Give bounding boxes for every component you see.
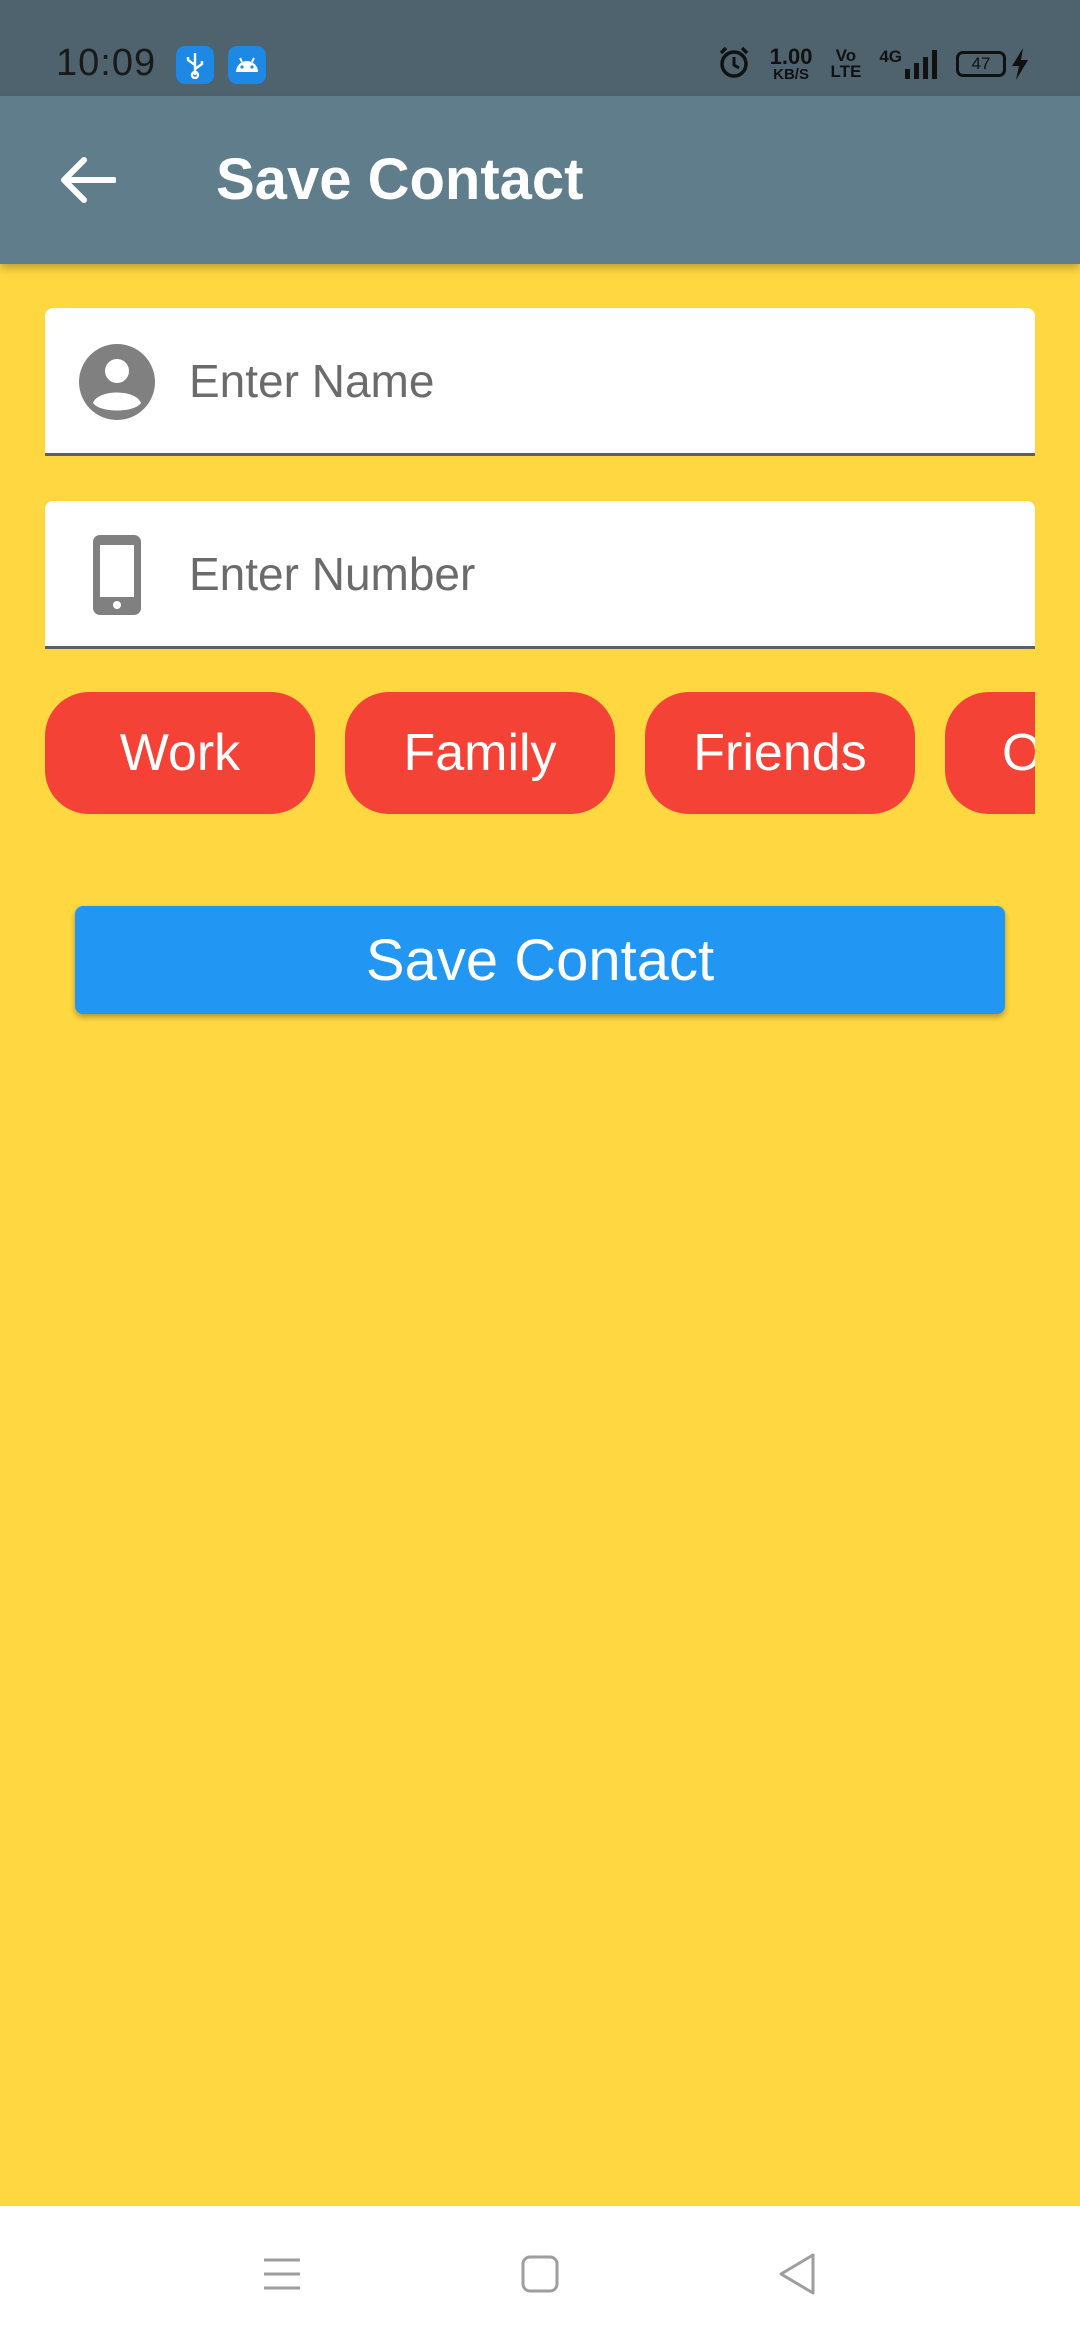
chip-others[interactable]: Others bbox=[945, 692, 1035, 814]
net-speed-unit: KB/S bbox=[773, 65, 809, 83]
name-field[interactable] bbox=[45, 308, 1035, 456]
chip-family[interactable]: Family bbox=[345, 692, 615, 814]
network-type: 4G bbox=[879, 47, 902, 66]
navigation-bar bbox=[0, 2206, 1080, 2340]
account-circle-icon bbox=[77, 342, 157, 422]
menu-icon[interactable] bbox=[250, 2242, 314, 2306]
alarm-icon bbox=[716, 44, 752, 85]
page-title: Save Contact bbox=[216, 147, 584, 212]
usb-icon bbox=[176, 46, 214, 84]
net-speed-value: 1.00 bbox=[769, 43, 813, 69]
signal-icon: 4G bbox=[879, 47, 938, 79]
back-button[interactable] bbox=[50, 142, 126, 218]
category-chips: Work Family Friends Others bbox=[45, 692, 1035, 814]
name-input[interactable] bbox=[189, 338, 1009, 424]
status-indicators: 1.00 KB/S Vo LTE 4G 47 bbox=[716, 44, 1030, 84]
arrow-back-icon bbox=[61, 157, 116, 203]
home-square-icon[interactable] bbox=[508, 2242, 572, 2306]
chip-friends[interactable]: Friends bbox=[645, 692, 915, 814]
battery-icon: 47 bbox=[956, 47, 1030, 81]
volte-bottom: LTE bbox=[830, 62, 862, 81]
battery-level: 47 bbox=[956, 51, 1006, 77]
app-bar: Save Contact bbox=[0, 96, 1080, 264]
phone-icon bbox=[77, 535, 157, 615]
chip-work[interactable]: Work bbox=[45, 692, 315, 814]
status-time: 10:09 bbox=[56, 42, 157, 84]
android-icon bbox=[228, 46, 266, 84]
charging-icon bbox=[1012, 48, 1028, 80]
number-field[interactable] bbox=[45, 501, 1035, 649]
status-bar: 10:09 1.00 KB/S Vo LTE 4G 47 bbox=[0, 0, 1080, 96]
save-contact-button[interactable]: Save Contact bbox=[75, 906, 1005, 1014]
volte-indicator: Vo LTE bbox=[830, 47, 862, 81]
number-input[interactable] bbox=[189, 531, 1009, 617]
net-speed: 1.00 KB/S bbox=[769, 43, 813, 83]
back-triangle-icon[interactable] bbox=[765, 2242, 829, 2306]
